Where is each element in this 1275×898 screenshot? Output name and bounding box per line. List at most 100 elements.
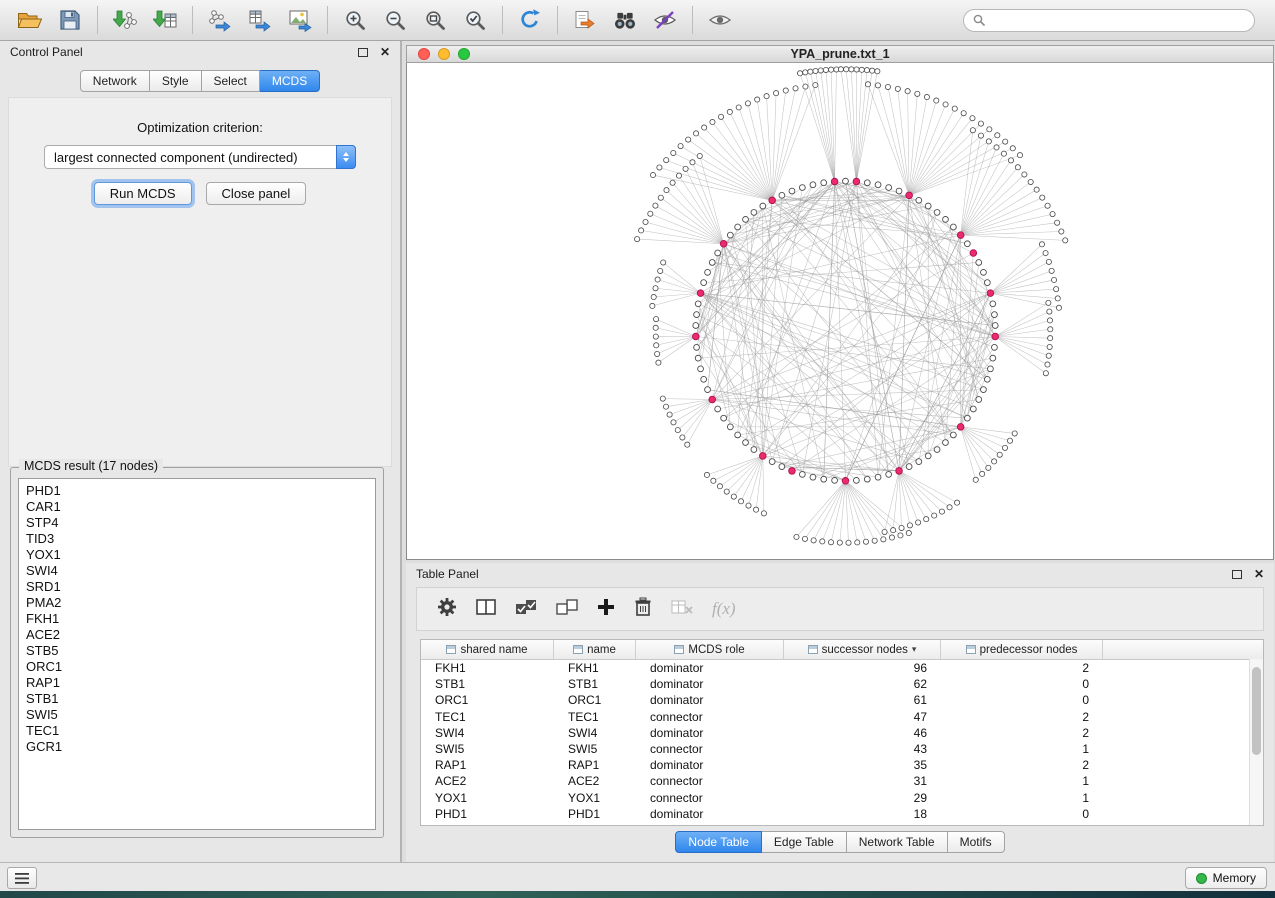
table-cell[interactable]: dominator	[636, 807, 784, 821]
mcds-result-item[interactable]: STB1	[26, 691, 368, 707]
table-cell[interactable]: STB1	[421, 677, 554, 691]
mcds-result-item[interactable]: FKH1	[26, 611, 368, 627]
table-cell[interactable]: 2	[941, 726, 1103, 740]
mcds-result-item[interactable]: STP4	[26, 515, 368, 531]
table-cell[interactable]: RAP1	[421, 758, 554, 772]
mcds-result-item[interactable]: TEC1	[26, 723, 368, 739]
status-menu-button[interactable]	[7, 867, 37, 889]
table-row[interactable]: STB1STB1dominator620	[421, 676, 1263, 692]
mcds-result-item[interactable]: SRD1	[26, 579, 368, 595]
mcds-result-item[interactable]: PMA2	[26, 595, 368, 611]
table-row[interactable]: SWI4SWI4dominator462	[421, 725, 1263, 741]
zoom-out-button[interactable]	[375, 3, 415, 37]
table-cell[interactable]: 46	[784, 726, 941, 740]
import-table-button[interactable]	[145, 3, 185, 37]
table-row[interactable]: YOX1YOX1connector291	[421, 790, 1263, 806]
delete-column-button[interactable]	[634, 597, 652, 622]
memory-button[interactable]: Memory	[1185, 867, 1267, 889]
table-row[interactable]: RAP1RAP1dominator352	[421, 757, 1263, 773]
mcds-result-item[interactable]: PHD1	[26, 483, 368, 499]
mcds-result-item[interactable]: ORC1	[26, 659, 368, 675]
zoom-in-button[interactable]	[335, 3, 375, 37]
table-cell[interactable]: RAP1	[554, 758, 636, 772]
table-cell[interactable]: 31	[784, 774, 941, 788]
mcds-result-item[interactable]: RAP1	[26, 675, 368, 691]
add-column-button[interactable]	[597, 598, 615, 621]
show-graphics-details-button[interactable]	[700, 3, 740, 37]
table-cell[interactable]: dominator	[636, 726, 784, 740]
close-panel-icon[interactable]: ✕	[1254, 568, 1264, 580]
table-row[interactable]: TEC1TEC1connector472	[421, 709, 1263, 725]
table-cell[interactable]: 96	[784, 661, 941, 675]
zoom-fit-button[interactable]	[415, 3, 455, 37]
first-neighbors-button[interactable]	[565, 3, 605, 37]
table-cell[interactable]: 61	[784, 693, 941, 707]
table-cell[interactable]: 35	[784, 758, 941, 772]
table-cell[interactable]: PHD1	[421, 807, 554, 821]
run-mcds-button[interactable]: Run MCDS	[94, 182, 192, 205]
save-session-button[interactable]	[50, 3, 90, 37]
tab-select[interactable]: Select	[202, 70, 260, 92]
table-cell[interactable]: dominator	[636, 693, 784, 707]
tab-network[interactable]: Network	[80, 70, 150, 92]
table-cell[interactable]: YOX1	[421, 791, 554, 805]
table-cell[interactable]: SWI4	[554, 726, 636, 740]
table-cell[interactable]: SWI4	[421, 726, 554, 740]
table-cell[interactable]: 1	[941, 742, 1103, 756]
table-cell[interactable]: connector	[636, 710, 784, 724]
apply-layout-button[interactable]	[510, 3, 550, 37]
table-cell[interactable]: 62	[784, 677, 941, 691]
float-window-icon[interactable]	[358, 48, 368, 57]
table-cell[interactable]: connector	[636, 742, 784, 756]
tab-node-table[interactable]: Node Table	[675, 831, 762, 853]
select-all-button[interactable]	[515, 598, 537, 621]
table-row[interactable]: ORC1ORC1dominator610	[421, 692, 1263, 708]
hide-selected-button[interactable]	[645, 3, 685, 37]
table-row[interactable]: PHD1PHD1dominator180	[421, 806, 1263, 822]
tab-motifs[interactable]: Motifs	[948, 831, 1005, 853]
column-settings-button[interactable]	[437, 597, 457, 622]
toggle-panel-button[interactable]	[476, 598, 496, 621]
table-cell[interactable]: FKH1	[421, 661, 554, 675]
tab-style[interactable]: Style	[150, 70, 202, 92]
close-panel-icon[interactable]: ✕	[380, 46, 390, 58]
table-row[interactable]: FKH1FKH1dominator962	[421, 660, 1263, 676]
table-cell[interactable]: 47	[784, 710, 941, 724]
table-cell[interactable]: ACE2	[421, 774, 554, 788]
table-cell[interactable]: dominator	[636, 677, 784, 691]
table-cell[interactable]: FKH1	[554, 661, 636, 675]
network-canvas[interactable]	[406, 63, 1274, 560]
table-cell[interactable]: 2	[941, 758, 1103, 772]
graph-nodes[interactable]	[635, 67, 1068, 546]
table-cell[interactable]: SWI5	[421, 742, 554, 756]
dropdown-stepper-icon[interactable]	[336, 145, 356, 169]
table-cell[interactable]: 2	[941, 661, 1103, 675]
mcds-result-item[interactable]: SWI5	[26, 707, 368, 723]
table-cell[interactable]: 29	[784, 791, 941, 805]
table-cell[interactable]: STB1	[554, 677, 636, 691]
export-network-button[interactable]	[200, 3, 240, 37]
table-cell[interactable]: dominator	[636, 661, 784, 675]
table-cell[interactable]: 2	[941, 710, 1103, 724]
tab-edge-table[interactable]: Edge Table	[762, 831, 847, 853]
mcds-result-list[interactable]: PHD1CAR1STP4TID3YOX1SWI4SRD1PMA2FKH1ACE2…	[18, 478, 376, 830]
table-cell[interactable]: 1	[941, 774, 1103, 788]
search-input[interactable]	[992, 12, 1245, 28]
table-cell[interactable]: TEC1	[554, 710, 636, 724]
table-cell[interactable]: 0	[941, 807, 1103, 821]
export-table-button[interactable]	[240, 3, 280, 37]
network-graph[interactable]	[407, 63, 1273, 559]
deselect-all-button[interactable]	[556, 598, 578, 621]
open-session-button[interactable]	[10, 3, 50, 37]
column-header-predecessor-nodes[interactable]: predecessor nodes	[941, 640, 1103, 659]
close-panel-button[interactable]: Close panel	[206, 182, 307, 205]
table-cell[interactable]: dominator	[636, 758, 784, 772]
tab-mcds[interactable]: MCDS	[260, 70, 320, 92]
table-cell[interactable]: 0	[941, 677, 1103, 691]
zoom-selected-button[interactable]	[455, 3, 495, 37]
table-cell[interactable]: 43	[784, 742, 941, 756]
export-image-button[interactable]	[280, 3, 320, 37]
table-cell[interactable]: YOX1	[554, 791, 636, 805]
table-cell[interactable]: PHD1	[554, 807, 636, 821]
mcds-result-item[interactable]: SWI4	[26, 563, 368, 579]
